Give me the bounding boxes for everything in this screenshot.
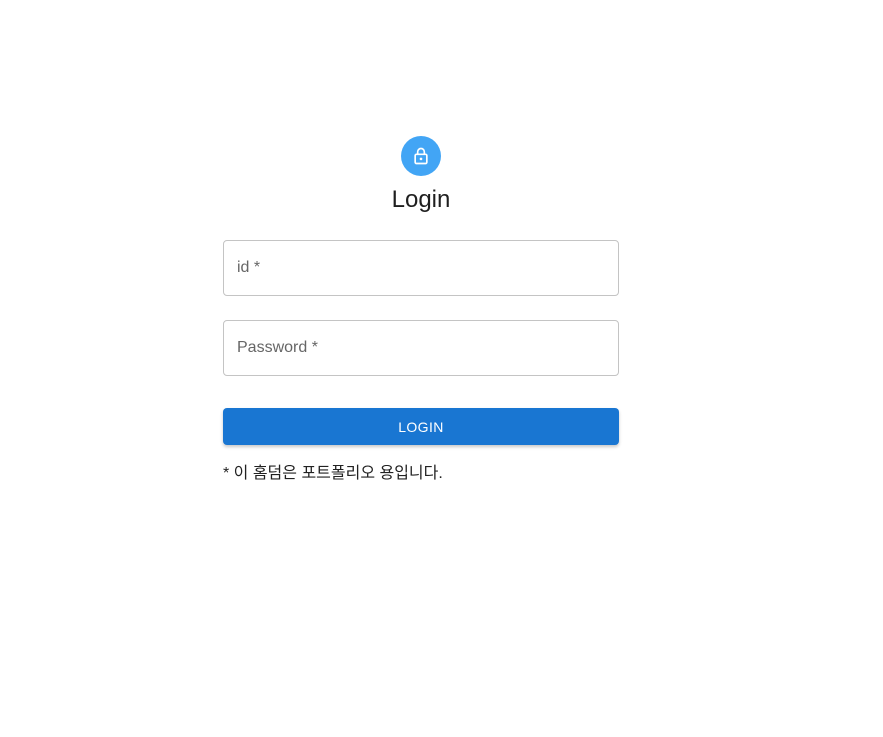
page-title: Login <box>391 186 451 213</box>
avatar <box>401 136 441 176</box>
portfolio-notice: * 이 홈덤은 포트폴리오 용입니다. <box>223 465 443 482</box>
id-field[interactable]: id * <box>223 240 619 296</box>
login-page: Login id * Password * LOGIN * 이 홈덤은 포트폴리… <box>0 0 883 737</box>
id-input[interactable] <box>224 241 618 295</box>
login-button[interactable]: LOGIN <box>223 408 619 445</box>
lock-icon <box>411 146 431 166</box>
password-field[interactable]: Password * <box>223 320 619 376</box>
password-input[interactable] <box>224 321 618 375</box>
